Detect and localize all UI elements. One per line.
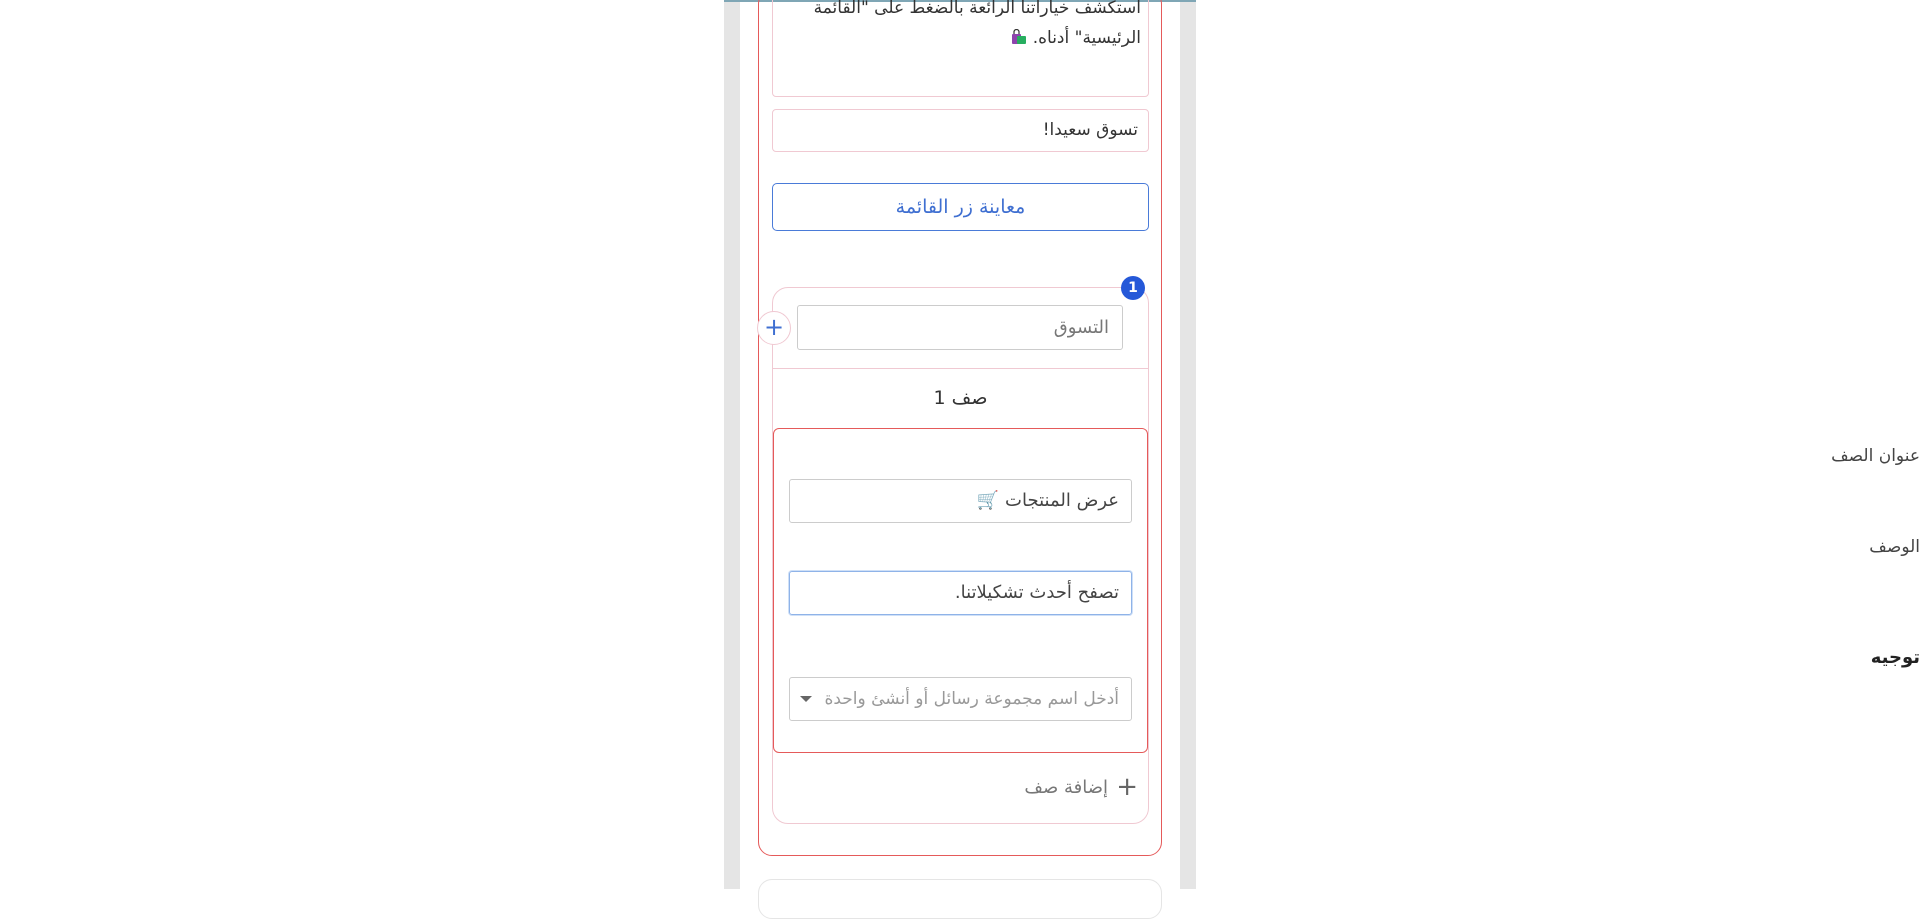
footer-text-field[interactable]: تسوق سعيدا!	[772, 109, 1149, 152]
row-heading[interactable]: صف 1	[773, 370, 1148, 426]
shopping-bags-icon	[1012, 29, 1027, 44]
routing-label: توجيه	[1870, 647, 1920, 668]
message-body-line2-wrap: الرئيسية" أدناه.	[780, 23, 1141, 53]
add-row-button[interactable]: + إضافة صف	[773, 765, 1148, 810]
plus-icon: +	[1116, 772, 1138, 802]
section-divider	[773, 368, 1148, 369]
row-description-input[interactable]: تصفح أحدث تشكيلاتنا.	[789, 571, 1132, 615]
chevron-down-icon	[800, 696, 812, 702]
add-section-button[interactable]: +	[757, 311, 791, 345]
preview-menu-button[interactable]: معاينة زر القائمة	[772, 183, 1149, 231]
message-body-field[interactable]: استكشف خياراتنا الرائعة بالضغط على "القا…	[772, 0, 1149, 97]
section-count-badge: 1	[1121, 276, 1145, 300]
message-body-line1: استكشف خياراتنا الرائعة بالضغط على "القا…	[813, 0, 1141, 18]
plus-icon: +	[763, 313, 785, 341]
routing-select[interactable]: أدخل اسم مجموعة رسائل أو أنشئ واحدة	[789, 677, 1132, 721]
message-body-line2: الرئيسية" أدناه.	[1032, 28, 1141, 48]
right-scroll-gutter	[1180, 0, 1196, 889]
row-title-label: عنوان الصف	[1831, 446, 1920, 466]
left-gutter	[724, 0, 740, 889]
row-description-label: الوصف	[1869, 537, 1920, 557]
next-card	[758, 879, 1162, 919]
section-title-input[interactable]: التسوق	[797, 305, 1123, 350]
add-row-label: إضافة صف	[1024, 777, 1108, 798]
routing-placeholder: أدخل اسم مجموعة رسائل أو أنشئ واحدة	[824, 689, 1119, 709]
row-title-input[interactable]: عرض المنتجات 🛒	[789, 479, 1132, 523]
